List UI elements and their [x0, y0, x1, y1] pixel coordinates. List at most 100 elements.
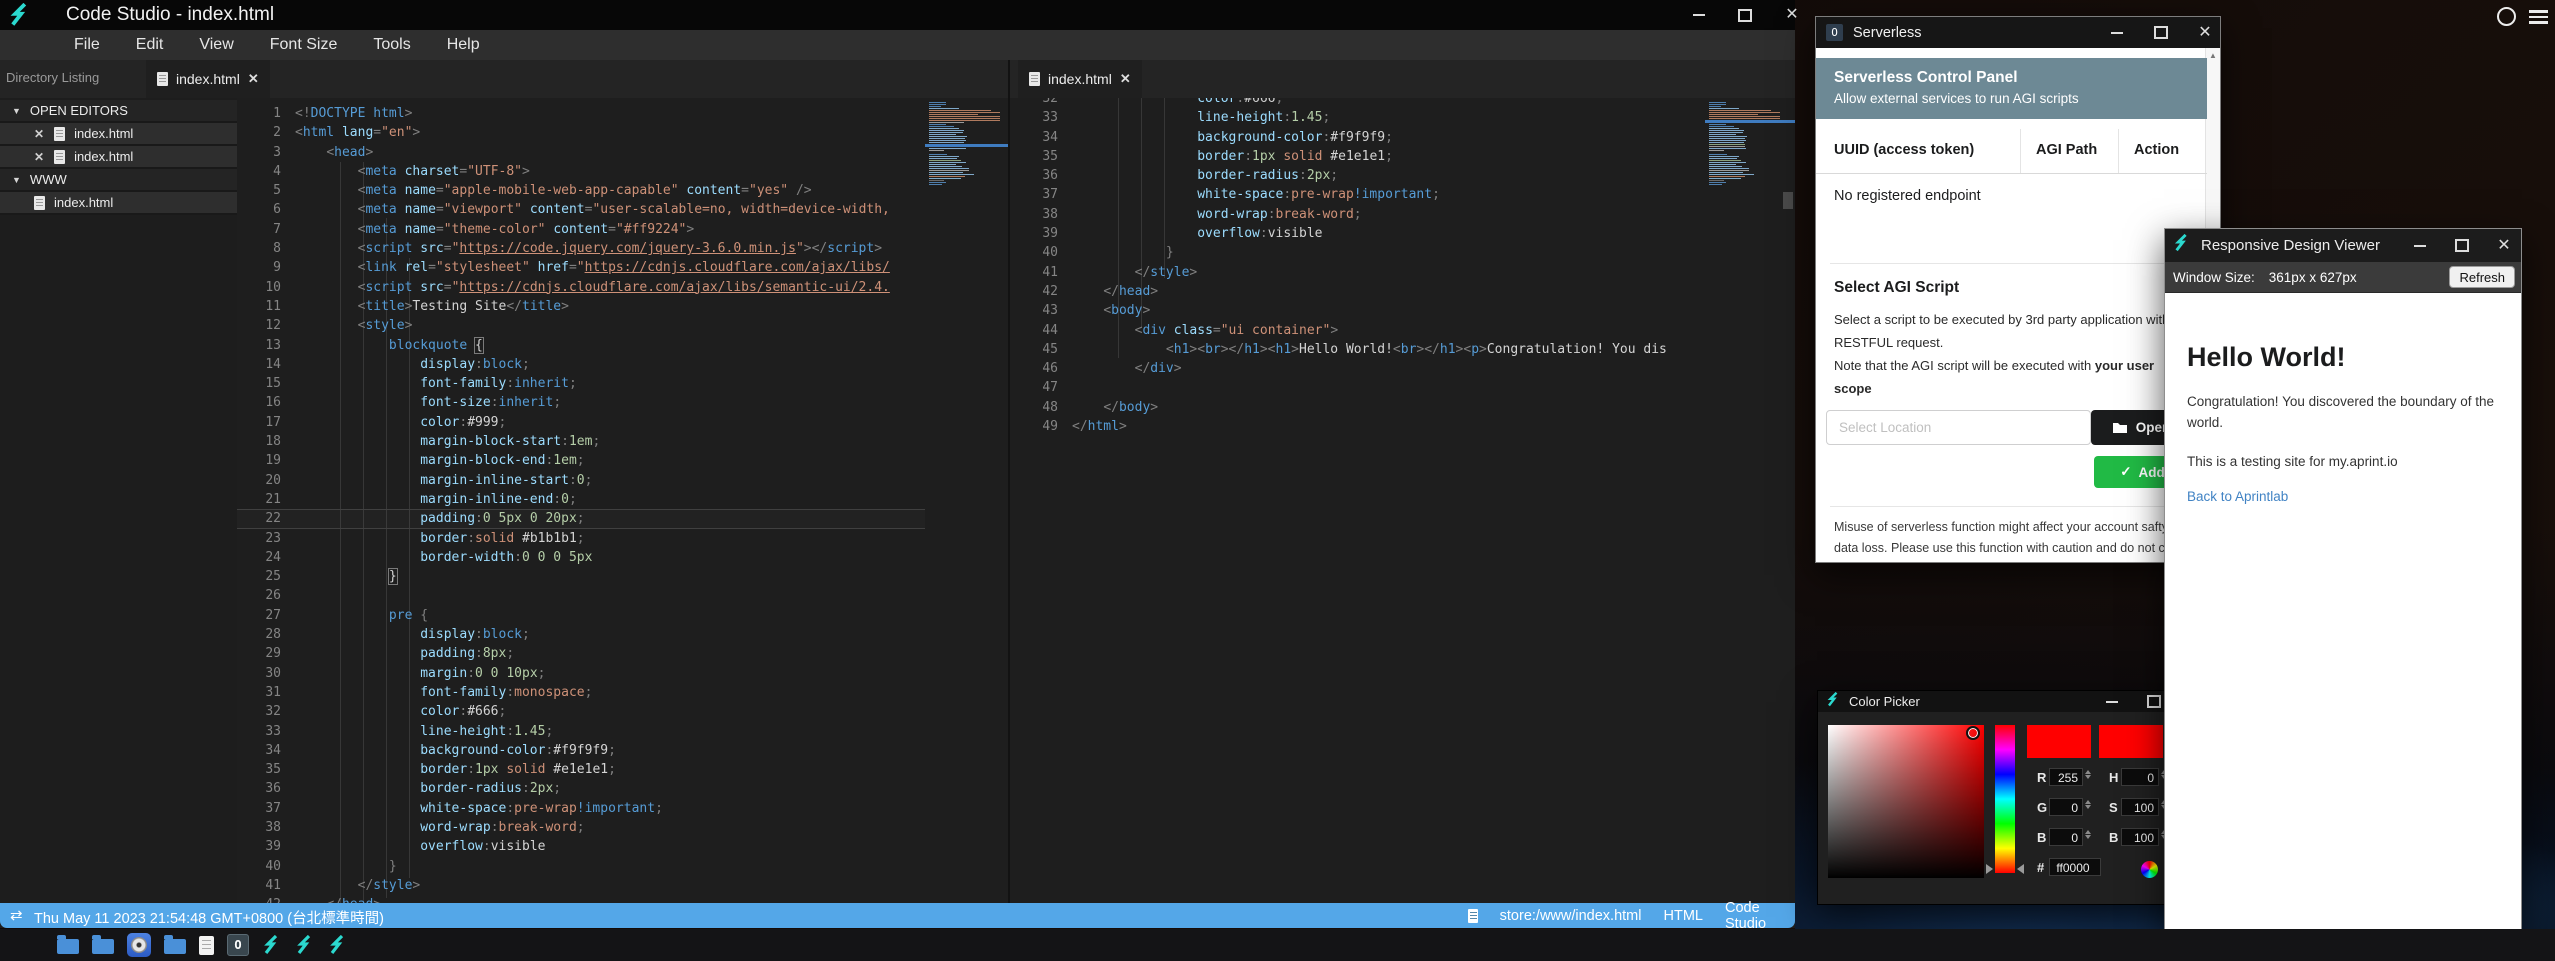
code-line-44[interactable]: 44 <div class="ui container">	[1010, 321, 1705, 340]
close-button[interactable]: ✕	[2497, 239, 2511, 253]
code-line-28[interactable]: 28 display:block;	[237, 625, 925, 644]
folder-icon[interactable]	[92, 939, 114, 954]
hue-marker-icon[interactable]	[2017, 864, 2024, 874]
code-line-9[interactable]: 9 <link rel="stylesheet" href="https://c…	[237, 258, 925, 277]
code-line-39[interactable]: 39 overflow:visible	[237, 837, 925, 856]
code-pane-2[interactable]: 32 color:#666;33 line-height:1.45;34 bac…	[1010, 98, 1795, 903]
code-line-16[interactable]: 16 font-size:inherit;	[237, 393, 925, 412]
brightness-input[interactable]: 100	[2121, 828, 2159, 846]
code-line-36[interactable]: 36 border-radius:2px;	[1010, 166, 1705, 185]
menu-item-view[interactable]: View	[181, 30, 251, 60]
code-line-40[interactable]: 40 }	[1010, 243, 1705, 262]
code-line-39[interactable]: 39 overflow:visible	[1010, 224, 1705, 243]
code-line-24[interactable]: 24 border-width:0 0 0 5px	[237, 548, 925, 567]
code-line-2[interactable]: 2<html lang="en">	[237, 123, 925, 142]
file-icon[interactable]	[199, 936, 214, 955]
back-to-aprintlab-link[interactable]: Back to Aprintlab	[2187, 489, 2499, 504]
tab-index-html-1[interactable]: index.html ✕	[146, 60, 270, 98]
hue-slider[interactable]	[1995, 725, 2015, 873]
code-line-34[interactable]: 34 background-color:#f9f9f9;	[237, 741, 925, 760]
code-line-31[interactable]: 31 font-family:monospace;	[237, 683, 925, 702]
code-line-49[interactable]: 49</html>	[1010, 417, 1705, 436]
refresh-button[interactable]: Refresh	[2449, 266, 2515, 288]
code-line-4[interactable]: 4 <meta charset="UTF-8">	[237, 162, 925, 181]
code-area[interactable]: 32 color:#666;33 line-height:1.45;34 bac…	[1010, 98, 1705, 436]
code-line-33[interactable]: 33 line-height:1.45;	[1010, 108, 1705, 127]
code-line-18[interactable]: 18 margin-block-start:1em;	[237, 432, 925, 451]
minimize-button[interactable]	[2105, 695, 2119, 709]
menu-item-help[interactable]: Help	[429, 30, 498, 60]
tab-close-icon[interactable]: ✕	[1120, 71, 1131, 87]
code-line-6[interactable]: 6 <meta name="viewport" content="user-sc…	[237, 200, 925, 219]
code-line-35[interactable]: 35 border:1px solid #e1e1e1;	[1010, 147, 1705, 166]
code-line-37[interactable]: 37 white-space:pre-wrap!important;	[1010, 185, 1705, 204]
code-line-47[interactable]: 47	[1010, 378, 1705, 397]
launcher-icon[interactable]	[8, 933, 26, 958]
code-line-10[interactable]: 10 <script src="https://cdnjs.cloudflare…	[237, 278, 925, 297]
code-line-25[interactable]: 25 }	[237, 567, 925, 586]
code-line-40[interactable]: 40 }	[237, 857, 925, 876]
close-button[interactable]: ✕	[2198, 26, 2212, 40]
sidebar-item-index-html[interactable]: ✕index.html	[0, 123, 237, 146]
code-line-41[interactable]: 41 </style>	[237, 876, 925, 895]
sidebar-item-index-html[interactable]: ✕index.html	[0, 146, 237, 169]
code-line-5[interactable]: 5 <meta name="apple-mobile-web-app-capab…	[237, 181, 925, 200]
saturation-gradient[interactable]	[1828, 725, 1984, 878]
code-studio-icon[interactable]	[328, 935, 348, 955]
s-input[interactable]: 100	[2121, 798, 2159, 816]
code-line-20[interactable]: 20 margin-inline-start:0;	[237, 471, 925, 490]
hue-marker-icon[interactable]	[1986, 864, 1993, 874]
code-line-41[interactable]: 41 </style>	[1010, 263, 1705, 282]
close-button[interactable]: ✕	[1785, 8, 1799, 22]
code-line-27[interactable]: 27 pre {	[237, 606, 925, 625]
scrollbar-thumb[interactable]	[1783, 192, 1793, 209]
code-line-30[interactable]: 30 margin:0 0 10px;	[237, 664, 925, 683]
code-line-23[interactable]: 23 border:solid #b1b1b1;	[237, 529, 925, 548]
tab-close-icon[interactable]: ✕	[248, 71, 259, 87]
menu-item-file[interactable]: File	[56, 30, 118, 60]
code-line-11[interactable]: 11 <title>Testing Site</title>	[237, 297, 925, 316]
minimize-button[interactable]	[2413, 239, 2427, 253]
code-line-48[interactable]: 48 </body>	[1010, 398, 1705, 417]
code-line-12[interactable]: 12 <style>	[237, 316, 925, 335]
code-line-45[interactable]: 45 <h1><br></h1><h1>Hello World!<br></h1…	[1010, 340, 1705, 359]
code-line-22[interactable]: 22 padding:0 5px 0 20px;	[237, 509, 925, 528]
code-line-34[interactable]: 34 background-color:#f9f9f9;	[1010, 128, 1705, 147]
serverless-icon[interactable]: O	[227, 934, 249, 956]
code-line-19[interactable]: 19 margin-block-end:1em;	[237, 451, 925, 470]
code-area[interactable]: 1<!DOCTYPE html>2<html lang="en">3 <head…	[237, 104, 925, 903]
menu-item-font-size[interactable]: Font Size	[252, 30, 356, 60]
code-line-21[interactable]: 21 margin-inline-end:0;	[237, 490, 925, 509]
h-input[interactable]: 0	[2121, 768, 2159, 786]
code-line-35[interactable]: 35 border:1px solid #e1e1e1;	[237, 760, 925, 779]
code-pane-1[interactable]: 1<!DOCTYPE html>2<html lang="en">3 <head…	[237, 98, 1008, 903]
r-stepper[interactable]	[2085, 768, 2092, 781]
r-input[interactable]: 255	[2049, 768, 2083, 786]
code-line-13[interactable]: 13 blockquote {	[237, 336, 925, 355]
folder-icon[interactable]	[57, 939, 79, 954]
code-line-7[interactable]: 7 <meta name="theme-color" content="#ff9…	[237, 220, 925, 239]
code-line-14[interactable]: 14 display:block;	[237, 355, 925, 374]
menu-item-edit[interactable]: Edit	[118, 30, 182, 60]
code-line-3[interactable]: 3 <head>	[237, 143, 925, 162]
code-line-32[interactable]: 32 color:#666;	[237, 702, 925, 721]
code-line-17[interactable]: 17 color:#999;	[237, 413, 925, 432]
maximize-button[interactable]	[1738, 8, 1752, 22]
code-line-32[interactable]: 32 color:#666;	[1010, 98, 1705, 108]
minimap[interactable]	[925, 98, 1008, 903]
minimap[interactable]	[1705, 98, 1795, 903]
code-line-36[interactable]: 36 border-radius:2px;	[237, 779, 925, 798]
code-line-46[interactable]: 46 </div>	[1010, 359, 1705, 378]
code-line-38[interactable]: 38 word-wrap:break-word;	[237, 818, 925, 837]
code-line-15[interactable]: 15 font-family:inherit;	[237, 374, 925, 393]
tab-index-html-2[interactable]: index.html ✕	[1018, 60, 1142, 98]
code-line-29[interactable]: 29 padding:8px;	[237, 644, 925, 663]
code-line-26[interactable]: 26	[237, 586, 925, 605]
maximize-button[interactable]	[2147, 695, 2161, 709]
menu-item-tools[interactable]: Tools	[355, 30, 428, 60]
code-line-43[interactable]: 43 <body>	[1010, 301, 1705, 320]
code-line-42[interactable]: 42 </head>	[237, 895, 925, 903]
b-stepper[interactable]	[2085, 828, 2092, 841]
code-studio-icon[interactable]	[262, 935, 282, 955]
code-line-42[interactable]: 42 </head>	[1010, 282, 1705, 301]
